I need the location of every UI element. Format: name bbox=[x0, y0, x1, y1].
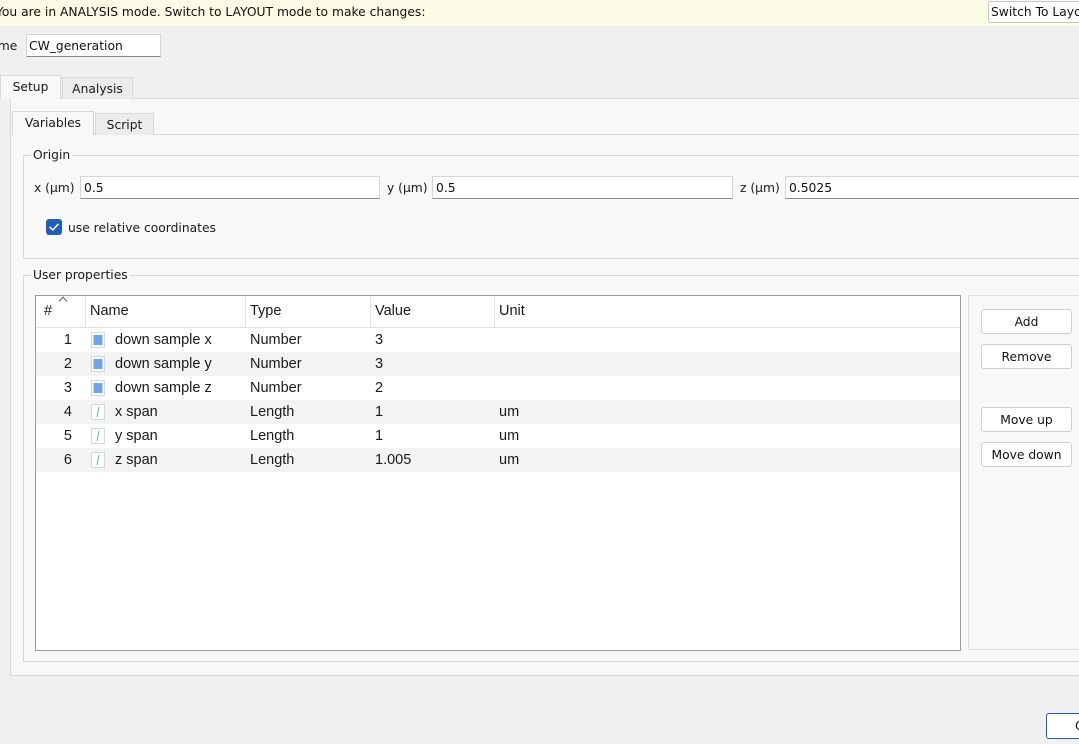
column-header-value[interactable]: Value bbox=[371, 296, 495, 327]
z-input[interactable] bbox=[785, 176, 1079, 199]
row-type: Number bbox=[250, 356, 302, 372]
table-row[interactable]: 1 down sample x Number 3 bbox=[36, 328, 960, 352]
row-value: 3 bbox=[375, 332, 384, 348]
checkmark-icon bbox=[49, 223, 59, 231]
origin-group bbox=[23, 155, 1079, 259]
row-name: y span bbox=[115, 428, 158, 444]
x-input[interactable] bbox=[80, 176, 380, 199]
relative-coordinates-checkbox[interactable] bbox=[46, 219, 62, 235]
length-icon bbox=[91, 452, 105, 468]
row-unit: um bbox=[499, 404, 520, 420]
row-name: x span bbox=[115, 404, 158, 420]
row-type: Length bbox=[250, 404, 295, 420]
row-name: z span bbox=[115, 452, 158, 468]
row-value: 3 bbox=[375, 356, 384, 372]
y-label: y (μm) bbox=[387, 181, 428, 195]
column-header-type[interactable]: Type bbox=[246, 296, 371, 327]
length-icon bbox=[91, 428, 105, 444]
switch-to-layout-button[interactable]: Switch To Layout bbox=[988, 1, 1079, 23]
row-number: 3 bbox=[63, 380, 72, 396]
row-type: Length bbox=[250, 428, 295, 444]
row-unit: um bbox=[499, 428, 520, 444]
row-number: 5 bbox=[63, 428, 72, 444]
table-row[interactable]: 3 down sample z Number 2 bbox=[36, 376, 960, 400]
table-row[interactable]: 6 z span Length 1.005 um bbox=[36, 448, 960, 472]
row-type: Number bbox=[250, 332, 302, 348]
row-number: 1 bbox=[63, 332, 72, 348]
row-value: 2 bbox=[375, 380, 384, 396]
user-properties-table[interactable]: # Name Type Value Unit 1 down sample x Num… bbox=[35, 295, 961, 651]
table-header: # Name Type Value Unit bbox=[36, 296, 960, 328]
number-icon bbox=[91, 380, 105, 396]
add-button[interactable]: Add bbox=[981, 309, 1072, 334]
z-label: z (μm) bbox=[740, 181, 780, 195]
row-value: 1.005 bbox=[375, 452, 412, 468]
tab-analysis[interactable]: Analysis bbox=[62, 77, 133, 99]
row-type: Length bbox=[250, 452, 295, 468]
tab-script[interactable]: Script bbox=[95, 113, 154, 135]
user-properties-title: User properties bbox=[31, 268, 130, 282]
row-number: 4 bbox=[63, 404, 72, 420]
remove-button[interactable]: Remove bbox=[981, 344, 1072, 369]
length-icon bbox=[91, 404, 105, 420]
row-name: down sample z bbox=[115, 380, 212, 396]
x-label: x (μm) bbox=[34, 181, 75, 195]
row-type: Number bbox=[250, 380, 302, 396]
mode-banner: You are in ANALYSIS mode. Switch to LAYO… bbox=[0, 0, 1079, 26]
name-input[interactable] bbox=[26, 34, 161, 57]
mode-message: You are in ANALYSIS mode. Switch to LAYO… bbox=[0, 5, 426, 19]
row-unit: um bbox=[499, 452, 520, 468]
column-header-name[interactable]: Name bbox=[86, 296, 246, 327]
row-value: 1 bbox=[375, 428, 384, 444]
column-header-number[interactable]: # bbox=[36, 296, 86, 327]
row-number: 2 bbox=[63, 356, 72, 372]
table-row[interactable]: 5 y span Length 1 um bbox=[36, 424, 960, 448]
table-row[interactable]: 4 x span Length 1 um bbox=[36, 400, 960, 424]
row-name: down sample y bbox=[115, 356, 212, 372]
tab-variables[interactable]: Variables bbox=[12, 111, 94, 135]
relative-coordinates-label: use relative coordinates bbox=[68, 221, 216, 235]
number-icon bbox=[91, 356, 105, 372]
column-header-unit[interactable]: Unit bbox=[495, 296, 960, 327]
ok-button[interactable]: OK bbox=[1046, 713, 1079, 739]
table-row[interactable]: 2 down sample y Number 3 bbox=[36, 352, 960, 376]
number-icon bbox=[91, 332, 105, 348]
origin-title: Origin bbox=[31, 148, 73, 162]
row-value: 1 bbox=[375, 404, 384, 420]
row-name: down sample x bbox=[115, 332, 212, 348]
move-down-button[interactable]: Move down bbox=[981, 442, 1072, 467]
name-label: Name bbox=[0, 39, 18, 53]
move-up-button[interactable]: Move up bbox=[981, 407, 1072, 432]
row-number: 6 bbox=[63, 452, 72, 468]
y-input[interactable] bbox=[432, 176, 733, 199]
tab-setup[interactable]: Setup bbox=[0, 75, 61, 99]
sort-ascending-icon bbox=[58, 296, 68, 302]
